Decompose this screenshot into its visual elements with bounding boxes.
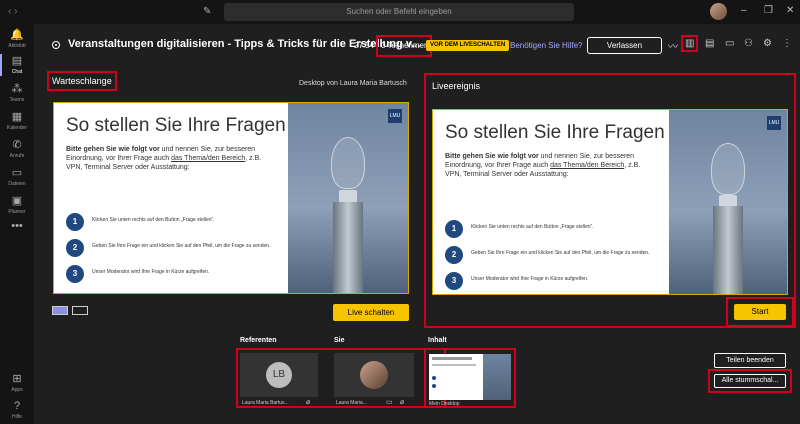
rail-item-files[interactable]: ▭ Dateien [0, 166, 34, 187]
profile-avatar[interactable] [710, 3, 727, 20]
mic-off-icon[interactable]: ⌀ [306, 398, 310, 406]
you-label: Sie [334, 337, 345, 344]
qa-icon[interactable]: ▭ [725, 38, 734, 49]
slide-title: So stellen Sie Ihre Fragen [66, 115, 286, 136]
presenter-tile[interactable]: LB [240, 353, 318, 397]
presenters-highlight: LB Laura Maria Bartus... ⌀ Laura Maria..… [236, 348, 446, 408]
minimize-icon[interactable]: – [741, 5, 747, 16]
compose-icon[interactable]: ✎ [203, 6, 211, 17]
planner-icon: ▣ [11, 195, 23, 207]
content-name: Mein Desktop [429, 401, 460, 407]
teams-icon: ⁂ [11, 83, 23, 95]
notes-icon[interactable]: ▥ [681, 35, 699, 52]
app-rail: 🔔 Aktivität ▤ Chat ⁂ Teams ▦ Kalender ✆ Anruf… [0, 24, 34, 424]
title-bar: ‹ › ✎ Suchen oder Befehl eingeben – ❐ ✕ [0, 0, 800, 24]
rail-item-calls[interactable]: ✆ Anrufe [0, 138, 34, 159]
rail-item-planner[interactable]: ▣ Planner [0, 194, 34, 215]
mute-all-button[interactable]: Alle stummschal... [714, 374, 786, 388]
slide-step: 3 Unser Moderator wird Ihre Frage in Kürz… [445, 272, 665, 292]
meeting-timer: 27:54 [354, 41, 375, 50]
slide-intro: Bitte gehen Sie wie folgt vor und nennen… [445, 153, 641, 178]
search-input[interactable]: Suchen oder Befehl eingeben [224, 3, 574, 21]
content-highlight: Mein Desktop [424, 348, 516, 408]
bulb-photo: LMU [288, 103, 408, 293]
leave-button[interactable]: Verlassen [587, 37, 662, 54]
slide-title: So stellen Sie Ihre Fragen [445, 122, 665, 143]
slide-intro: Bitte gehen Sie wie folgt vor und nennen… [66, 146, 262, 171]
rail-item-activity[interactable]: 🔔 Aktivität [0, 28, 34, 49]
calendar-icon: ▦ [11, 111, 23, 123]
slide-step: 2 Geben Sie Ihre Frage ein und klicken Si… [66, 239, 286, 259]
files-icon: ▭ [11, 167, 23, 179]
help-link[interactable]: Benötigen Sie Hilfe? [510, 41, 583, 50]
live-event-panel: Liveereignis So stellen Sie Ihre Fragen … [424, 73, 796, 328]
meeting-header: Veranstaltungen digitalisieren - Tipps &… [34, 24, 800, 68]
chat-icon: ▤ [11, 55, 23, 67]
layout-split-icon[interactable] [72, 306, 88, 315]
presenters-label: Referenten [240, 337, 277, 344]
participant-count: 0 Teilnehmer [376, 35, 432, 57]
camera-icon[interactable]: ▭ [386, 398, 393, 406]
live-slide: So stellen Sie Ihre Fragen Bitte gehen S… [432, 109, 788, 295]
participants-strip: Referenten Sie Inhalt LB Laura Maria Bar… [34, 332, 800, 424]
health-icon[interactable]: 〰 [668, 38, 678, 53]
slide-step: 1 Klicken Sie unten rechts auf den Button… [445, 220, 665, 240]
layout-single-icon[interactable] [52, 306, 68, 315]
rail-item-apps[interactable]: ⊞ Apps [0, 372, 34, 393]
maximize-icon[interactable]: ❐ [764, 5, 773, 16]
phone-icon: ✆ [12, 139, 22, 151]
rail-item-teams[interactable]: ⁂ Teams [0, 82, 34, 103]
mute-all-highlight: Alle stummschal... [708, 369, 792, 393]
mic-off-icon[interactable]: ⌀ [400, 398, 404, 406]
help-icon: ? [13, 400, 21, 412]
content-thumbnail[interactable] [429, 354, 511, 400]
slide-step: 3 Unser Moderator wird Ihre Frage in Kürz… [66, 265, 286, 285]
avatar: LB [266, 362, 292, 388]
people-icon[interactable]: ⚇ [744, 38, 753, 49]
stop-sharing-button[interactable]: Teilen beenden [714, 353, 786, 368]
rail-item-help[interactable]: ? Hilfe [0, 400, 34, 420]
bell-icon: 🔔 [10, 29, 24, 41]
more-apps-icon[interactable]: ••• [0, 220, 34, 234]
gear-icon[interactable]: ⚙ [763, 38, 772, 49]
meeting-notes-icon[interactable]: ▤ [705, 38, 714, 49]
go-live-button[interactable]: Live schalten [333, 304, 409, 321]
apps-icon: ⊞ [12, 373, 22, 385]
close-icon[interactable]: ✕ [786, 5, 794, 16]
status-badge: VOR DEM LIVESCHALTEN [426, 40, 510, 51]
desktop-owner: Desktop von Laura Maria Bartusch [299, 80, 407, 87]
slide-step: 2 Geben Sie Ihre Frage ein und klicken Si… [445, 246, 665, 266]
slide-step: 1 Klicken Sie unten rechts auf den Button… [66, 213, 286, 233]
lmu-logo: LMU [388, 109, 402, 123]
bulb-photo: LMU [669, 110, 787, 294]
rail-item-chat[interactable]: ▤ Chat [0, 54, 34, 76]
avatar [360, 361, 388, 389]
rail-item-calendar[interactable]: ▦ Kalender [0, 110, 34, 131]
more-icon[interactable]: ⋮ [782, 38, 792, 49]
recording-icon [52, 41, 60, 49]
start-button-highlight: Start [726, 297, 794, 327]
live-event-label: Liveereignis [432, 81, 481, 91]
nav-arrows-icon[interactable]: ‹ › [8, 6, 17, 17]
self-name: Laura Maria... [336, 400, 367, 406]
self-tile[interactable] [334, 353, 414, 397]
queue-panel: Warteschlange Desktop von Laura Maria Ba… [34, 68, 417, 328]
start-button[interactable]: Start [734, 304, 786, 320]
queue-label: Warteschlange [47, 71, 117, 91]
content-label: Inhalt [428, 337, 447, 344]
lmu-logo: LMU [767, 116, 781, 130]
queue-slide: So stellen Sie Ihre Fragen Bitte gehen S… [53, 102, 409, 294]
presenter-name: Laura Maria Bartus... [242, 400, 289, 406]
